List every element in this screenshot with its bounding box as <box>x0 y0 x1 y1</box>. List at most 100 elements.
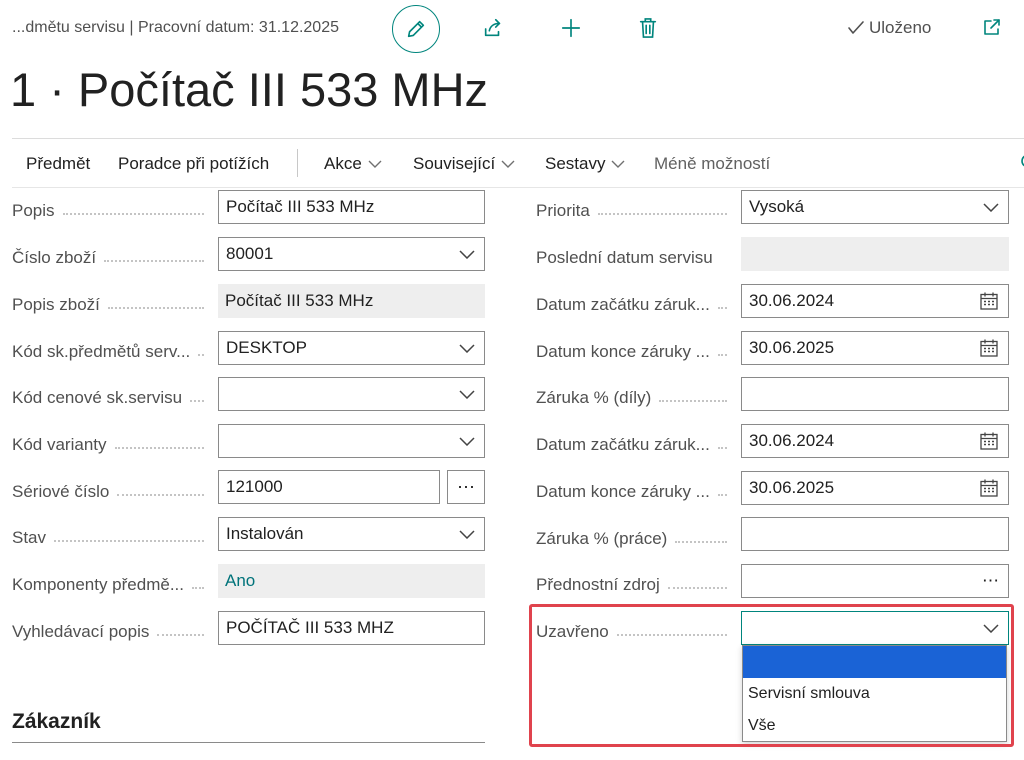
date-zacatek-zaruky-dily[interactable]: 30.06.2024 <box>741 284 1009 318</box>
field-label-kod-varianty: Kód varianty <box>12 431 210 455</box>
field-label-komponenty: Komponenty předmě... <box>12 571 210 595</box>
dropdown-option-empty[interactable] <box>743 646 1006 678</box>
field-label-kod-sk-predmetu: Kód sk.předmětů serv... <box>12 338 210 362</box>
action-fewer-options[interactable]: Méně možností <box>654 154 770 174</box>
field-label-vyhledavaci-popis: Vyhledávací popis <box>12 618 210 642</box>
field-label-datum-konce-zaruky-dily: Datum konce záruky ... <box>536 338 733 362</box>
field-label-stav: Stav <box>12 524 210 548</box>
select-uzavreno[interactable] <box>741 611 1009 645</box>
chevron-down-icon <box>459 530 475 539</box>
date-zacatek-zaruky-prace[interactable]: 30.06.2024 <box>741 424 1009 458</box>
field-label-prednostni-zdroj: Přednostní zdroj <box>536 571 733 595</box>
date-konec-zaruky-dily[interactable]: 30.06.2025 <box>741 331 1009 365</box>
input-popis[interactable]: Počítač III 533 MHz <box>218 190 485 224</box>
action-akce-label: Akce <box>324 154 362 173</box>
calendar-icon[interactable] <box>979 431 999 451</box>
trash-icon <box>639 18 657 38</box>
plus-icon <box>561 18 581 38</box>
date-konec-zaruky-dily-value: 30.06.2025 <box>749 338 835 357</box>
date-konec-zaruky-prace[interactable]: 30.06.2025 <box>741 471 1009 505</box>
action-sestavy-label: Sestavy <box>545 154 606 173</box>
open-in-new-window-icon <box>984 19 1000 35</box>
action-akce-menu[interactable]: Akce <box>324 154 382 174</box>
select-stav-value: Instalován <box>226 524 304 543</box>
readonly-popis-zbozi-value: Počítač III 533 MHz <box>225 291 374 310</box>
action-predmet[interactable]: Předmět <box>26 154 90 174</box>
chevron-down-icon <box>983 203 999 212</box>
select-kod-varianty[interactable] <box>218 424 485 458</box>
ellipsis-icon[interactable]: ⋯ <box>982 565 999 597</box>
action-bar: Předmět Poradce při potížích Akce Souvis… <box>12 138 1024 188</box>
new-button[interactable] <box>556 13 586 43</box>
dropdown-option-vse[interactable]: Vše <box>743 710 1006 742</box>
input-vyhledavaci-popis-value: POČÍTAČ III 533 MHZ <box>226 618 394 637</box>
select-cislo-zbozi-value: 80001 <box>226 244 274 263</box>
chevron-down-icon <box>459 250 475 259</box>
field-label-datum-zacatku-zaruky-dily: Datum začátku záruk... <box>536 291 733 315</box>
field-label-datum-konce-zaruky-prace: Datum konce záruky ... <box>536 478 733 502</box>
date-zacatek-zaruky-dily-value: 30.06.2024 <box>749 291 835 310</box>
select-priorita[interactable]: Vysoká <box>741 190 1009 224</box>
page-title: 1 · Počítač III 533 MHz <box>10 63 489 116</box>
pencil-icon <box>407 20 425 38</box>
action-sestavy-menu[interactable]: Sestavy <box>545 154 625 174</box>
field-label-zaruka-dily: Záruka % (díly) <box>536 384 733 408</box>
dropdown-option-servisni-smlouva[interactable]: Servisní smlouva <box>743 678 1006 710</box>
select-priorita-value: Vysoká <box>749 197 805 216</box>
action-predmet-label: Předmět <box>26 154 91 173</box>
field-label-uzavreno: Uzavřeno <box>536 618 733 642</box>
input-popis-value: Počítač III 533 MHz <box>226 197 375 216</box>
link-komponenty[interactable]: Ano <box>218 564 485 598</box>
date-zacatek-zaruky-prace-value: 30.06.2024 <box>749 431 835 450</box>
action-poradce-label: Poradce při potížích <box>118 154 270 173</box>
calendar-icon[interactable] <box>979 478 999 498</box>
lookup-prednostni-zdroj[interactable]: ⋯ <box>741 564 1009 598</box>
action-souvisejici-menu[interactable]: Související <box>413 154 515 174</box>
chevron-down-icon <box>983 624 999 633</box>
open-in-new-window-button[interactable] <box>978 13 1006 41</box>
field-label-posledni-datum: Poslední datum servisu <box>536 248 713 267</box>
select-kod-sk-predmetu-value: DESKTOP <box>226 338 307 357</box>
field-label-seriove-cislo: Sériové číslo <box>12 478 210 502</box>
share-icon <box>484 18 501 37</box>
input-seriove-cislo-value: 121000 <box>226 477 283 496</box>
assist-edit-button[interactable]: ⋯ <box>447 470 485 504</box>
chevron-down-icon <box>611 160 625 168</box>
field-label-cislo-zbozi: Číslo zboží <box>12 244 210 268</box>
readonly-posledni-datum <box>741 237 1009 271</box>
search-icon[interactable] <box>1018 153 1024 176</box>
field-label-kod-cenove-sk: Kód cenové sk.servisu <box>12 384 210 408</box>
link-komponenty-value: Ano <box>225 571 256 590</box>
input-zaruka-dily[interactable] <box>741 377 1009 411</box>
readonly-popis-zbozi: Počítač III 533 MHz <box>218 284 485 318</box>
field-label-zaruka-prace: Záruka % (práce) <box>536 525 733 549</box>
field-label-priorita: Priorita <box>536 197 733 221</box>
input-seriove-cislo[interactable]: 121000 <box>218 470 440 504</box>
input-vyhledavaci-popis[interactable]: POČÍTAČ III 533 MHZ <box>218 611 485 645</box>
delete-button[interactable] <box>633 13 663 43</box>
select-kod-cenove-sk[interactable] <box>218 377 485 411</box>
chevron-down-icon <box>459 437 475 446</box>
select-kod-sk-predmetu[interactable]: DESKTOP <box>218 331 485 365</box>
edit-button[interactable] <box>392 5 440 53</box>
top-bar: ...dmětu servisu | Pracovní datum: 31.12… <box>0 0 1024 60</box>
calendar-icon[interactable] <box>979 291 999 311</box>
chevron-down-icon <box>459 390 475 399</box>
select-stav[interactable]: Instalován <box>218 517 485 551</box>
saved-label: Uloženo <box>869 18 932 37</box>
field-label-datum-zacatku-zaruky-prace: Datum začátku záruk... <box>536 431 733 455</box>
action-mene-label: Méně možností <box>654 154 771 173</box>
uzavreno-dropdown-list: Servisní smlouva Vše <box>742 645 1007 742</box>
calendar-icon[interactable] <box>979 338 999 358</box>
checkmark-icon <box>848 21 864 34</box>
share-button[interactable] <box>478 13 508 43</box>
input-zaruka-prace[interactable] <box>741 517 1009 551</box>
action-separator <box>297 149 298 177</box>
action-poradce[interactable]: Poradce při potížích <box>118 154 269 174</box>
select-cislo-zbozi[interactable]: 80001 <box>218 237 485 271</box>
action-souvisejici-label: Související <box>413 154 496 173</box>
section-title-zakaznik[interactable]: Zákazník <box>12 710 101 734</box>
chevron-down-icon <box>459 344 475 353</box>
ellipsis-icon: ⋯ <box>457 476 475 497</box>
saved-status: Uloženo <box>846 18 931 38</box>
